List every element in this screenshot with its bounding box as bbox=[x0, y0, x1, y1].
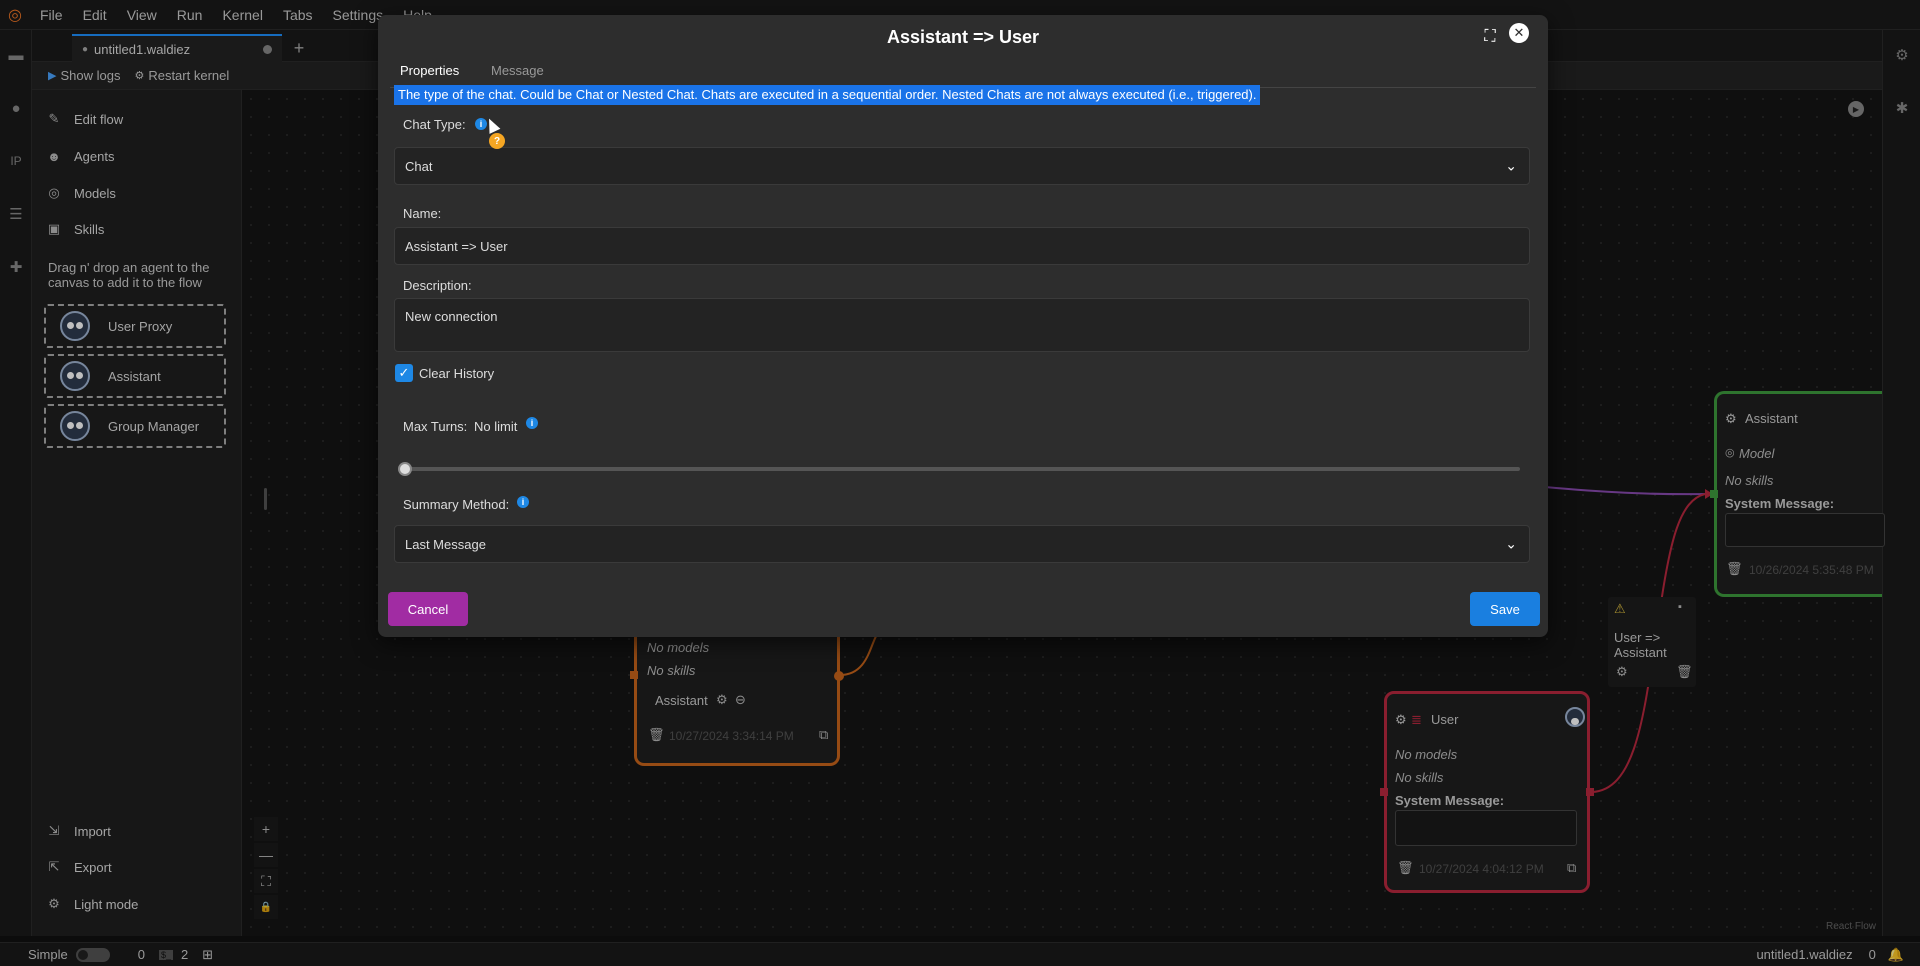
max-turns-info-icon[interactable]: i bbox=[526, 417, 538, 429]
help-cursor-icon: ? bbox=[489, 133, 505, 149]
name-label: Name: bbox=[403, 206, 442, 221]
max-turns-value: No limit bbox=[474, 419, 518, 434]
chevron-down-icon: ⌄ bbox=[1505, 535, 1517, 552]
summary-method-select[interactable]: Last Message ⌄ bbox=[394, 525, 1530, 563]
cancel-button[interactable]: Cancel bbox=[388, 592, 468, 626]
summary-method-label: Summary Method: bbox=[403, 497, 510, 512]
save-button[interactable]: Save bbox=[1470, 592, 1540, 626]
name-input[interactable]: Assistant => User bbox=[394, 227, 1530, 265]
chat-type-select[interactable]: Chat ⌄ bbox=[394, 147, 1530, 185]
description-value: New connection bbox=[405, 309, 498, 324]
chat-type-tooltip: The type of the chat. Could be Chat or N… bbox=[394, 85, 1261, 105]
name-value: Assistant => User bbox=[405, 238, 508, 254]
max-turns-slider-track[interactable] bbox=[404, 467, 1520, 471]
tab-message[interactable]: Message bbox=[491, 63, 544, 78]
edge-properties-modal: Assistant => User ⛶ ✕ Properties Message… bbox=[378, 15, 1548, 637]
tab-properties[interactable]: Properties bbox=[400, 63, 459, 78]
fullscreen-icon[interactable]: ⛶ bbox=[1478, 25, 1502, 49]
clear-history-checkbox[interactable]: ✓ bbox=[395, 364, 413, 382]
chevron-down-icon: ⌄ bbox=[1505, 157, 1517, 174]
max-turns-slider-thumb[interactable] bbox=[398, 462, 412, 476]
summary-method-info-icon[interactable]: i bbox=[517, 496, 529, 508]
clear-history-label: Clear History bbox=[419, 366, 495, 381]
summary-method-value: Last Message bbox=[405, 536, 486, 552]
chat-type-value: Chat bbox=[405, 158, 433, 174]
chat-type-label: Chat Type: bbox=[403, 117, 466, 132]
max-turns-label: Max Turns: bbox=[403, 419, 468, 434]
modal-title: Assistant => User bbox=[886, 27, 1040, 47]
close-icon[interactable]: ✕ bbox=[1509, 23, 1529, 43]
description-label: Description: bbox=[403, 278, 472, 293]
description-textarea[interactable]: New connection bbox=[394, 298, 1530, 352]
